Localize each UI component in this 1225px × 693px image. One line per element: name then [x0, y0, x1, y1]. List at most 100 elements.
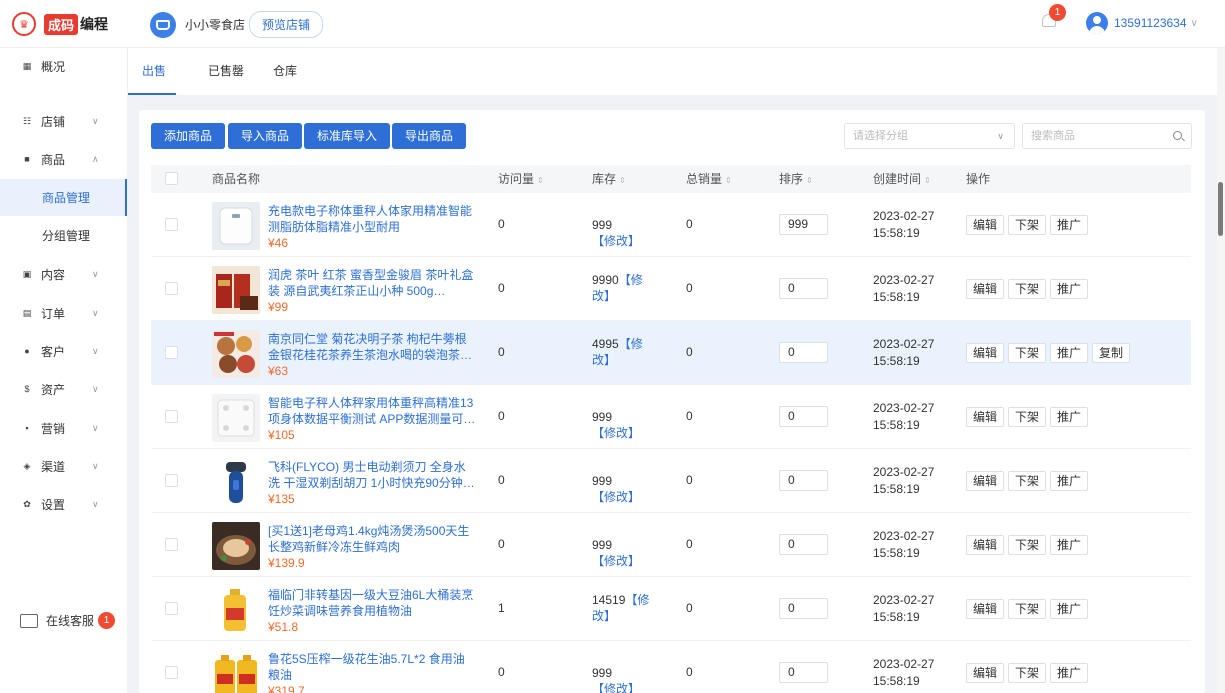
take-down-button[interactable]: 下架	[1008, 215, 1047, 235]
table-row[interactable]: 智能电子秤人体秤家用体重秤高精准13项身体数据平衡测试 APP数据测量可称...…	[151, 385, 1191, 449]
copy-button[interactable]: 复制	[1092, 343, 1131, 363]
table-row[interactable]: [买1送1]老母鸡1.4kg炖汤煲汤500天生长整鸡新鲜冷冻生鲜鸡肉 ¥139.9…	[151, 513, 1191, 577]
search-input[interactable]: 搜索商品	[1022, 123, 1192, 149]
header-sales[interactable]: 总销量 ⇕	[686, 165, 732, 193]
promote-button[interactable]: 推广	[1050, 599, 1089, 619]
row-checkbox[interactable]	[165, 282, 178, 295]
sort-input[interactable]: 0	[779, 406, 828, 427]
promote-button[interactable]: 推广	[1050, 343, 1089, 363]
header-stock[interactable]: 库存 ⇕	[592, 165, 626, 193]
tab-sold-out[interactable]: 已售罄	[208, 48, 244, 95]
user-menu[interactable]: 13591123634 ∨	[1086, 12, 1198, 34]
product-name-link[interactable]: 飞科(FLYCO) 男士电动剃须刀 全身水洗 干湿双剃刮胡刀 1小时快充90分钟…	[268, 459, 476, 491]
product-thumbnail[interactable]	[212, 586, 260, 634]
tab-warehouse[interactable]: 仓库	[273, 48, 297, 95]
import-goods-button[interactable]: 导入商品	[228, 123, 303, 149]
tab-on-sale[interactable]: 出售中	[128, 48, 176, 125]
add-goods-button[interactable]: 添加商品	[151, 123, 226, 149]
edit-button[interactable]: 编辑	[966, 663, 1005, 683]
sort-input[interactable]: 0	[779, 534, 828, 555]
product-thumbnail[interactable]	[212, 394, 260, 442]
sort-input[interactable]: 0	[779, 278, 828, 299]
modify-stock-link[interactable]: 【修改】	[592, 682, 640, 693]
edit-button[interactable]: 编辑	[966, 215, 1005, 235]
logo[interactable]: ♛ 成码 编程	[12, 12, 108, 36]
promote-button[interactable]: 推广	[1050, 663, 1089, 683]
take-down-button[interactable]: 下架	[1008, 407, 1047, 427]
online-support[interactable]: 在线客服 1	[20, 612, 116, 629]
edit-button[interactable]: 编辑	[966, 599, 1005, 619]
edit-button[interactable]: 编辑	[966, 343, 1005, 363]
sidebar-item-orders[interactable]: ▤ 订单 ∨	[0, 295, 127, 331]
product-thumbnail[interactable]	[212, 522, 260, 570]
product-thumbnail[interactable]	[212, 266, 260, 314]
sidebar-item-goods[interactable]: ■ 商品 ∧	[0, 141, 127, 177]
row-checkbox[interactable]	[165, 410, 178, 423]
table-row[interactable]: 充电款电子称体重秤人体家用精准智能测脂肪体脂精准小型耐用 ¥46 0 999 【修改】 0…	[151, 193, 1191, 257]
product-name-link[interactable]: 智能电子秤人体秤家用体重秤高精准13项身体数据平衡测试 APP数据测量可称...	[268, 395, 476, 427]
edit-button[interactable]: 编辑	[966, 471, 1005, 491]
shop-name[interactable]: 小小零食店	[185, 16, 245, 33]
take-down-button[interactable]: 下架	[1008, 599, 1047, 619]
product-thumbnail[interactable]	[212, 202, 260, 250]
product-name-link[interactable]: 充电款电子称体重秤人体家用精准智能测脂肪体脂精准小型耐用	[268, 203, 476, 235]
product-thumbnail[interactable]	[212, 458, 260, 506]
export-goods-button[interactable]: 导出商品	[392, 123, 467, 149]
modify-stock-link[interactable]: 【修改】	[592, 234, 640, 248]
table-row[interactable]: 鲁花5S压榨一级花生油5.7L*2 食用油 粮油 ¥319.7 0 999 【修改】 0 0…	[151, 641, 1191, 693]
sidebar-item-store[interactable]: ☷ 店铺 ∨	[0, 103, 127, 139]
sort-input[interactable]: 0	[779, 470, 828, 491]
sort-input[interactable]: 999	[779, 214, 828, 235]
row-checkbox[interactable]	[165, 538, 178, 551]
promote-button[interactable]: 推广	[1050, 535, 1089, 555]
sidebar-subitem-goods-manage[interactable]: 商品管理	[0, 179, 127, 216]
header-visits[interactable]: 访问量 ⇕	[498, 165, 544, 193]
product-thumbnail[interactable]	[212, 330, 260, 378]
sidebar-item-settings[interactable]: ✿ 设置 ∨	[0, 486, 127, 522]
take-down-button[interactable]: 下架	[1008, 471, 1047, 491]
promote-button[interactable]: 推广	[1050, 215, 1089, 235]
row-checkbox[interactable]	[165, 602, 178, 615]
row-checkbox[interactable]	[165, 474, 178, 487]
preview-shop-button[interactable]: 预览店铺	[249, 11, 324, 38]
sidebar-item-overview[interactable]: ▦ 概况	[0, 48, 127, 84]
select-all-checkbox[interactable]	[165, 172, 178, 185]
modify-stock-link[interactable]: 【修改】	[592, 554, 640, 568]
shop-avatar-icon[interactable]	[150, 11, 176, 38]
table-row[interactable]: 南京同仁堂 菊花决明子茶 枸杞牛蒡根金银花桂花茶养生茶泡水喝的袋泡茶（新...¥…	[151, 321, 1191, 385]
sort-input[interactable]: 0	[779, 662, 828, 683]
promote-button[interactable]: 推广	[1050, 471, 1089, 491]
promote-button[interactable]: 推广	[1050, 279, 1089, 299]
product-thumbnail[interactable]	[212, 650, 260, 693]
product-name-link[interactable]: 鲁花5S压榨一级花生油5.7L*2 食用油 粮油	[268, 651, 476, 683]
row-checkbox[interactable]	[165, 666, 178, 679]
take-down-button[interactable]: 下架	[1008, 279, 1047, 299]
header-sort[interactable]: 排序 ⇕	[779, 165, 813, 193]
standard-import-button[interactable]: 标准库导入	[304, 123, 391, 149]
sort-input[interactable]: 0	[779, 342, 828, 363]
take-down-button[interactable]: 下架	[1008, 343, 1047, 363]
sidebar-item-channels[interactable]: ◈ 渠道 ∨	[0, 448, 127, 484]
row-checkbox[interactable]	[165, 346, 178, 359]
edit-button[interactable]: 编辑	[966, 279, 1005, 299]
sort-input[interactable]: 0	[779, 598, 828, 619]
group-select[interactable]: 请选择分组 ∨	[844, 123, 1015, 149]
take-down-button[interactable]: 下架	[1008, 663, 1047, 683]
table-row[interactable]: 福临门非转基因一级大豆油6L大桶装烹饪炒菜调味营养食用植物油 ¥51.8 1 1451…	[151, 577, 1191, 641]
sidebar-subitem-group-manage[interactable]: 分组管理	[0, 217, 127, 254]
product-name-link[interactable]: 南京同仁堂 菊花决明子茶 枸杞牛蒡根金银花桂花茶养生茶泡水喝的袋泡茶（新...	[268, 331, 476, 363]
take-down-button[interactable]: 下架	[1008, 535, 1047, 555]
edit-button[interactable]: 编辑	[966, 535, 1005, 555]
edit-button[interactable]: 编辑	[966, 407, 1005, 427]
sidebar-item-assets[interactable]: $ 资产 ∨	[0, 371, 127, 407]
modify-stock-link[interactable]: 【修改】	[592, 426, 640, 440]
table-row[interactable]: 飞科(FLYCO) 男士电动剃须刀 全身水洗 干湿双剃刮胡刀 1小时快充90分钟…	[151, 449, 1191, 513]
header-created[interactable]: 创建时间 ⇕	[873, 165, 931, 193]
table-row[interactable]: 润虎 茶叶 红茶 蜜香型金骏眉 茶叶礼盒装 源自武夷红茶正山小种 500g（25…	[151, 257, 1191, 321]
search-icon[interactable]	[1173, 131, 1182, 140]
sidebar-item-customers[interactable]: ● 客户 ∨	[0, 333, 127, 369]
product-name-link[interactable]: 润虎 茶叶 红茶 蜜香型金骏眉 茶叶礼盒装 源自武夷红茶正山小种 500g（25…	[268, 267, 476, 299]
row-checkbox[interactable]	[165, 218, 178, 231]
sidebar-item-marketing[interactable]: ▪ 营销 ∨	[0, 410, 127, 446]
product-name-link[interactable]: 福临门非转基因一级大豆油6L大桶装烹饪炒菜调味营养食用植物油	[268, 587, 476, 619]
